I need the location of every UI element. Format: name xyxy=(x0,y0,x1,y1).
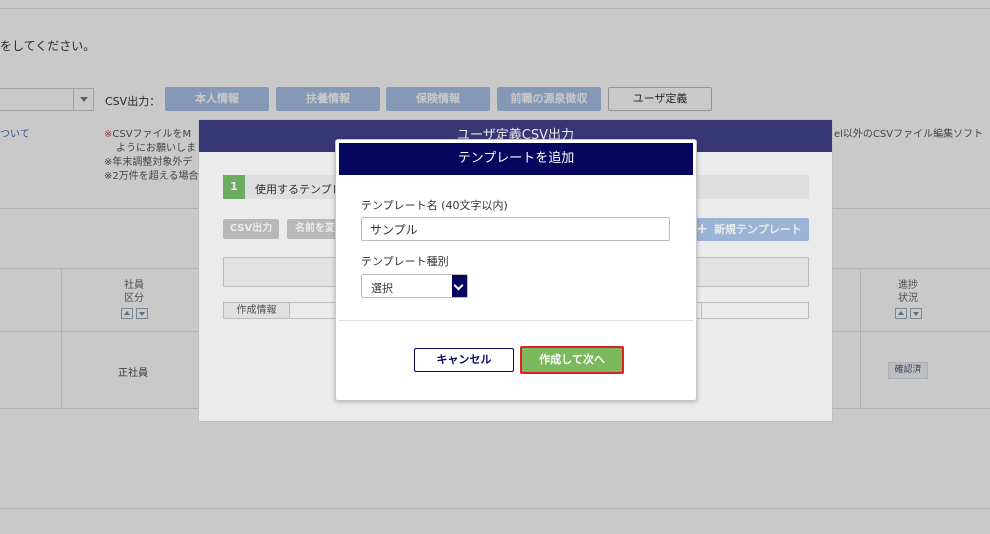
template-type-select[interactable]: 選択 xyxy=(361,274,468,298)
modal-divider xyxy=(339,320,693,321)
chevron-down-icon xyxy=(452,275,467,297)
create-and-next-button[interactable]: 作成して次へ xyxy=(520,346,624,374)
template-type-label: テンプレート種別 xyxy=(361,255,449,268)
template-name-input[interactable] xyxy=(361,217,670,241)
template-name-label: テンプレート名 (40文字以内) xyxy=(361,199,508,212)
add-template-title: テンプレートを追加 xyxy=(339,143,693,175)
cancel-button[interactable]: キャンセル xyxy=(414,348,514,372)
add-template-modal: テンプレートを追加 テンプレート名 (40文字以内) テンプレート種別 選択 キ… xyxy=(335,139,697,401)
template-type-value: 選択 xyxy=(371,282,393,295)
